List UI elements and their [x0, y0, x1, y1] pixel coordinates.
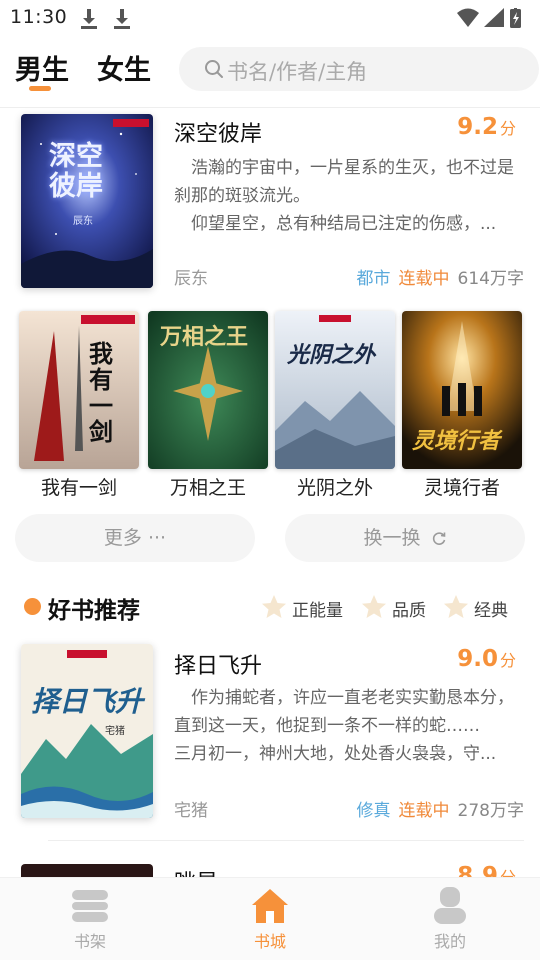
status-tag: 连载中 — [398, 801, 450, 821]
book-author: 辰东 — [174, 269, 208, 289]
bookshelf-icon — [72, 890, 108, 922]
header-divider — [0, 107, 540, 108]
home-icon — [252, 889, 288, 923]
grid-book-title[interactable]: 万相之王 — [148, 473, 268, 500]
book-cover[interactable]: 择日飞升 宅猪 — [21, 644, 153, 818]
nav-profile[interactable]: 我的 — [410, 886, 490, 952]
cover-title: 光阴之外 — [287, 342, 376, 368]
star-icon — [444, 595, 468, 618]
tab-male[interactable]: 男生 — [15, 48, 69, 87]
signal-icon — [484, 8, 504, 27]
search-input[interactable]: 书名/作者/主角 — [179, 47, 539, 91]
grid-book-title[interactable]: 灵境行者 — [402, 473, 522, 500]
cover-title: 我有一剑 — [89, 339, 113, 446]
book-title[interactable]: 深空彼岸 — [174, 116, 262, 148]
desc-line: 三月初一，神州大地，处处香火袅袅，守... — [174, 744, 497, 764]
grid-book-title[interactable]: 光阴之外 — [275, 473, 395, 500]
bottom-nav: 书架 书城 我的 — [0, 877, 540, 960]
word-count: 614万字 — [457, 269, 524, 289]
grid-book[interactable]: 光阴之外 光阴之外 — [275, 311, 395, 500]
star-icon — [362, 595, 386, 618]
wifi-icon — [457, 8, 479, 27]
book-description: 作为捕蛇者，许应一直老老实实勤恳本分，直到这一天，他捉到一条不一样的蛇…… 三月… — [174, 684, 519, 768]
more-button[interactable]: 更多 ··· — [15, 514, 255, 562]
status-tag: 连载中 — [398, 269, 450, 289]
grid-book[interactable]: 灵境行者 灵境行者 — [402, 311, 522, 500]
grid-book[interactable]: 万相之王 万相之王 — [148, 311, 268, 500]
download-icon — [81, 9, 97, 29]
book-author: 宅猪 — [174, 801, 208, 821]
status-bar: 11:30 — [0, 0, 540, 36]
cover-title: 择日飞升 — [31, 685, 144, 718]
download-icon — [114, 9, 130, 29]
nav-label: 书城 — [253, 932, 286, 951]
profile-icon — [434, 887, 466, 924]
section-title: 好书推荐 — [48, 597, 140, 624]
filter-label: 正能量 — [292, 601, 343, 621]
refresh-icon — [432, 532, 445, 545]
refresh-label: 换一换 — [363, 527, 421, 549]
nav-bookstore[interactable]: 书城 — [230, 886, 310, 952]
book-cover[interactable]: 光阴之外 — [275, 311, 395, 469]
grid-book-title[interactable]: 我有一剑 — [19, 473, 139, 500]
cover-title: 万相之王 — [160, 324, 249, 350]
refresh-button[interactable]: 换一换 — [285, 514, 525, 562]
star-icon — [262, 595, 286, 618]
desc-line: 仰望星空，总有种结局已注定的伤感，... — [191, 214, 497, 234]
cover-author: 辰东 — [73, 216, 93, 227]
nav-label: 我的 — [433, 932, 466, 951]
tab-active-indicator — [29, 86, 51, 91]
search-icon — [205, 60, 223, 78]
list-book-card[interactable]: 择日飞升 宅猪 择日飞升 9.0 分 作为捕蛇者，许应一直老老实实勤恳本分，直到这… — [0, 642, 540, 832]
book-cover[interactable]: 万相之王 — [148, 311, 268, 469]
search-placeholder: 书名/作者/主角 — [227, 60, 368, 84]
cover-title: 灵境行者 — [412, 428, 501, 454]
book-cover[interactable]: 灵境行者 — [402, 311, 522, 469]
filter-label: 经典 — [474, 601, 508, 621]
book-meta: 修真 连载中 278万字 — [357, 796, 524, 821]
list-divider — [48, 840, 524, 841]
book-cover[interactable]: 深空彼岸 辰东 — [21, 114, 153, 288]
book-title[interactable]: 择日飞升 — [174, 648, 262, 680]
status-time: 11:30 — [10, 6, 68, 28]
genre-tag: 都市 — [356, 269, 391, 289]
book-meta: 都市 连载中 614万字 — [357, 264, 524, 289]
nav-bookshelf[interactable]: 书架 — [50, 886, 130, 952]
book-score: 9.0 分 — [457, 646, 516, 672]
desc-line: 作为捕蛇者，许应一直老老实实勤恳本分，直到这一天，他捉到一条不一样的蛇…… — [174, 688, 514, 736]
book-cover[interactable]: 我有一剑 — [19, 311, 139, 469]
tab-female[interactable]: 女生 — [97, 48, 151, 87]
cover-title: 深空彼岸 — [49, 141, 103, 202]
grid-book[interactable]: 我有一剑 我有一剑 — [19, 311, 139, 500]
desc-line: 浩瀚的宇宙中，一片星系的生灭，也不过是刹那的斑驳流光。 — [174, 158, 514, 206]
battery-icon — [510, 8, 521, 28]
genre-tag: 修真 — [356, 801, 391, 821]
book-score: 9.2 分 — [457, 114, 516, 140]
status-icons — [457, 8, 521, 28]
section-dot-icon — [24, 598, 41, 615]
filter-label: 品质 — [392, 601, 426, 621]
book-description: 浩瀚的宇宙中，一片星系的生灭，也不过是刹那的斑驳流光。 仰望星空，总有种结局已注… — [174, 154, 519, 238]
nav-label: 书架 — [73, 932, 106, 951]
cover-author: 宅猪 — [105, 726, 125, 737]
word-count: 278万字 — [457, 801, 524, 821]
featured-book-card[interactable]: 深空彼岸 辰东 深空彼岸 9.2 分 浩瀚的宇宙中，一片星系的生灭，也不过是刹那的… — [0, 112, 540, 302]
